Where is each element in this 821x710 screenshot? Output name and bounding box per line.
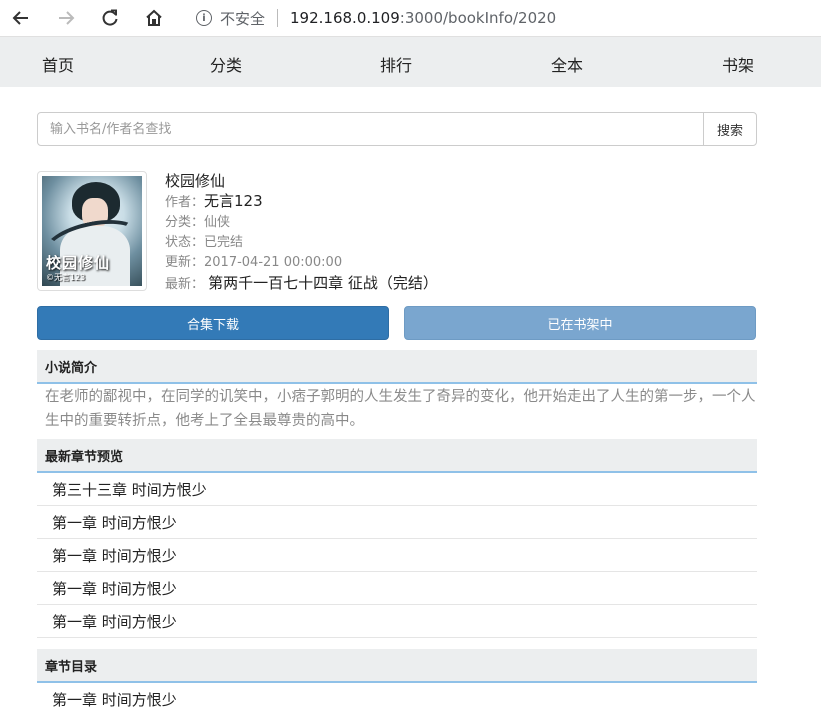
- url-path: :3000/bookInfo/2020: [399, 9, 557, 27]
- address-separator: [277, 9, 279, 27]
- category-label: 分类：: [165, 215, 205, 230]
- insecure-label: 不安全: [220, 9, 266, 28]
- chapter-link[interactable]: 第一章 时间方恨少: [37, 605, 757, 638]
- author-label: 作者：: [165, 195, 205, 210]
- chapter-link[interactable]: 第一章 时间方恨少: [37, 506, 757, 539]
- book-updated-row: 更新：2017-04-21 00:00:00: [165, 253, 438, 273]
- catalog-heading: 章节目录: [37, 649, 757, 683]
- book-author[interactable]: 无言123: [204, 192, 263, 210]
- intro-text: 在老师的鄙视中，在同学的讥笑中，小痞子郭明的人生发生了奇异的变化，他开始走出了人…: [45, 389, 756, 429]
- catalog-chapter-link[interactable]: 第一章 时间方恨少: [37, 683, 757, 710]
- home-icon[interactable]: [142, 6, 166, 30]
- book-category-row: 分类：仙侠: [165, 213, 438, 233]
- back-arrow-icon[interactable]: [9, 6, 33, 30]
- forward-arrow-icon[interactable]: [54, 6, 78, 30]
- chapter-link[interactable]: 第三十三章 时间方恨少: [37, 473, 757, 506]
- book-status-row: 状态：已完结: [165, 233, 438, 253]
- book-author-row: 作者：无言123: [165, 191, 438, 213]
- intro-heading: 小说简介: [37, 350, 757, 384]
- cover-image: 校园修仙 ©无言123: [42, 176, 142, 286]
- book-title: 校园修仙: [165, 172, 226, 190]
- nav-item-category[interactable]: 分类: [210, 52, 242, 76]
- chapter-link[interactable]: 第一章 时间方恨少: [37, 572, 757, 605]
- search-bar: 搜索: [37, 112, 757, 146]
- latest-chapters-heading: 最新章节预览: [37, 439, 757, 473]
- url-host: 192.168.0.109: [290, 9, 400, 27]
- info-icon[interactable]: i: [196, 10, 212, 26]
- status-label: 状态：: [165, 235, 205, 250]
- cover-author: ©无言123: [46, 273, 86, 282]
- site-nav: 首页 分类 排行 全本 书架: [0, 37, 821, 87]
- book-latest-chapter[interactable]: 第两千一百七十四章 征战（完结）: [208, 274, 438, 292]
- search-button[interactable]: 搜索: [703, 112, 757, 146]
- address-bar[interactable]: i 不安全 192.168.0.109:3000/bookInfo/2020: [182, 3, 821, 33]
- book-status: 已完结: [204, 235, 244, 250]
- reload-icon[interactable]: [98, 6, 122, 30]
- chapter-link[interactable]: 第一章 时间方恨少: [37, 539, 757, 572]
- book-cover[interactable]: 校园修仙 ©无言123: [37, 171, 147, 291]
- download-button[interactable]: 合集下载: [37, 306, 389, 340]
- nav-item-bookshelf[interactable]: 书架: [722, 52, 754, 76]
- nav-item-complete[interactable]: 全本: [551, 52, 583, 76]
- updated-label: 更新：: [165, 255, 205, 270]
- in-bookshelf-button[interactable]: 已在书架中: [404, 306, 756, 340]
- cover-title: 校园修仙: [46, 254, 111, 272]
- book-updated: 2017-04-21 00:00:00: [204, 255, 343, 270]
- latest-label: 最新：: [165, 277, 205, 292]
- browser-toolbar: i 不安全 192.168.0.109:3000/bookInfo/2020: [0, 0, 821, 37]
- nav-item-home[interactable]: 首页: [42, 52, 74, 76]
- book-category: 仙侠: [204, 215, 231, 230]
- search-input[interactable]: [37, 112, 704, 146]
- book-latest-row: 最新： 第两千一百七十四章 征战（完结）: [165, 273, 438, 295]
- book-meta: 校园修仙 作者：无言123 分类：仙侠 状态：已完结 更新：2017-04-21…: [165, 171, 438, 295]
- nav-item-ranking[interactable]: 排行: [380, 52, 412, 76]
